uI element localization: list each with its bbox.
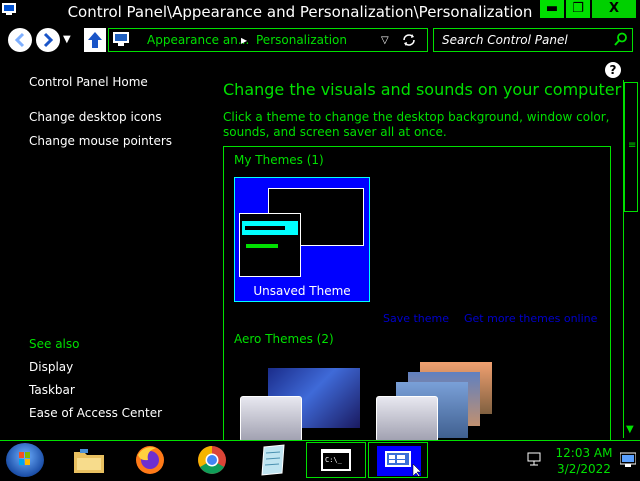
start-button[interactable] [6, 443, 44, 477]
breadcrumb-appearance[interactable]: Appearance an... [147, 33, 249, 47]
navigation-bar: ▼ Appearance an... ▸ Personalization ▽ S… [0, 24, 640, 58]
theme-preview-accent [246, 244, 278, 248]
change-desktop-icons-link[interactable]: Change desktop icons [29, 110, 162, 124]
aero-themes-heading: Aero Themes (2) [234, 332, 334, 346]
forward-button[interactable] [36, 28, 60, 52]
back-button[interactable] [8, 28, 32, 52]
breadcrumb-separator-icon[interactable]: ▸ [241, 33, 247, 47]
sidebar: Control Panel Home Change desktop icons … [0, 60, 200, 440]
page-description: Click a theme to change the desktop back… [223, 110, 610, 139]
search-input[interactable]: Search Control Panel [442, 33, 568, 47]
scrollbar-grip-icon: ≡ [628, 140, 637, 151]
get-more-themes-link[interactable]: Get more themes online [464, 312, 597, 325]
title-bar: Control Panel\Appearance and Personaliza… [0, 0, 640, 24]
search-box[interactable]: Search Control Panel [433, 28, 633, 52]
firefox-icon [136, 446, 164, 474]
search-icon[interactable] [614, 32, 628, 46]
firefox-taskbar-button[interactable] [132, 443, 168, 481]
save-theme-link[interactable]: Save theme [383, 312, 449, 325]
arrow-right-icon [43, 32, 54, 48]
breadcrumb-personalization[interactable]: Personalization [256, 33, 347, 47]
up-button[interactable] [84, 28, 106, 52]
maximize-button[interactable]: ❐ [566, 0, 590, 18]
control-panel-home-link[interactable]: Control Panel Home [29, 75, 148, 89]
control-panel-taskbar-button[interactable] [368, 442, 428, 478]
arrow-up-icon [88, 32, 102, 48]
arrow-left-icon [14, 32, 25, 48]
clock-date[interactable]: 3/2/2022 [552, 462, 616, 476]
taskbar-link[interactable]: Taskbar [29, 383, 75, 397]
windows-logo-icon [19, 452, 30, 465]
refresh-icon[interactable] [401, 32, 417, 48]
clock-time[interactable]: 12:03 AM [552, 446, 616, 460]
address-dropdown-icon[interactable]: ▽ [381, 35, 389, 46]
unsaved-theme-label[interactable]: Unsaved Theme [234, 284, 370, 298]
ease-of-access-link[interactable]: Ease of Access Center [29, 406, 162, 420]
network-icon[interactable] [526, 452, 542, 466]
chrome-icon [198, 446, 226, 474]
notepad-icon [261, 444, 285, 476]
notepad-taskbar-button[interactable] [256, 443, 290, 481]
theme-preview-titlebar [242, 221, 298, 235]
minimize-button[interactable]: ▬ [540, 0, 564, 18]
aero-color-swatch [240, 396, 302, 442]
command-prompt-taskbar-button[interactable]: C:\_ [306, 442, 366, 478]
control-panel-icon [113, 32, 129, 46]
recent-pages-dropdown[interactable]: ▼ [63, 34, 71, 45]
page-title: Change the visuals and sounds on your co… [223, 80, 622, 99]
svg-text:C:\_: C:\_ [325, 456, 343, 464]
see-also-heading: See also [29, 337, 80, 351]
aero-color-swatch [376, 396, 438, 442]
scroll-down-icon[interactable]: ▼ [626, 424, 634, 435]
display-link[interactable]: Display [29, 360, 73, 374]
address-bar[interactable]: Appearance an... ▸ Personalization ▽ [108, 28, 428, 52]
my-themes-heading: My Themes (1) [234, 153, 324, 167]
folder-icon [74, 449, 104, 473]
help-icon[interactable]: ? [605, 62, 621, 78]
close-button[interactable]: X [592, 0, 636, 18]
control-panel-icon [377, 446, 421, 476]
chrome-taskbar-button[interactable] [194, 443, 230, 481]
show-desktop-icon[interactable] [620, 452, 636, 468]
command-prompt-icon: C:\_ [321, 449, 351, 471]
file-explorer-taskbar-button[interactable] [72, 444, 106, 480]
change-mouse-pointers-link[interactable]: Change mouse pointers [29, 134, 172, 148]
